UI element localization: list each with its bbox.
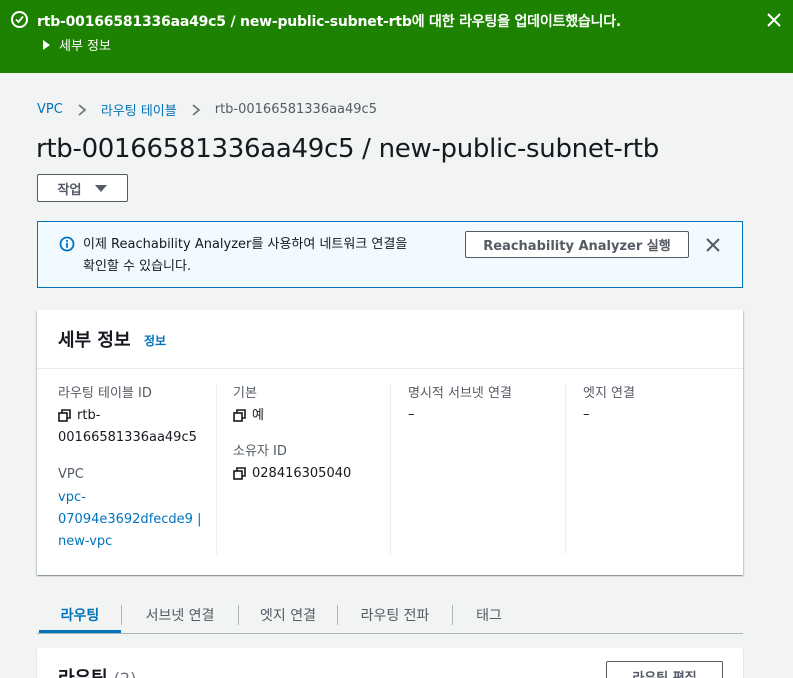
active-tab-indicator xyxy=(39,630,121,633)
routes-title-label: 라우팅 xyxy=(58,668,108,678)
tab-tags[interactable]: 태그 xyxy=(453,597,525,633)
tab-routes[interactable]: 라우팅 xyxy=(39,597,121,633)
info-icon xyxy=(59,236,75,252)
vpc-link-line1: vpc- xyxy=(58,490,86,505)
reachability-info-alert: 이제 Reachability Analyzer를 사용하여 네트워크 연결을 … xyxy=(37,221,743,288)
main-label: 기본 xyxy=(233,386,257,401)
details-column-3: 명시적 서브넷 연결 – xyxy=(390,384,565,554)
alert-text: 이제 Reachability Analyzer를 사용하여 네트워크 연결을 … xyxy=(83,234,463,278)
page-title: rtb-00166581336aa49c5 / new-public-subne… xyxy=(36,134,660,164)
actions-dropdown-button[interactable]: 작업 xyxy=(37,174,128,202)
breadcrumb-vpc[interactable]: VPC xyxy=(37,102,63,117)
vpc-link-line2: 07094e3692dfecde9 | xyxy=(58,512,202,527)
breadcrumb-current: rtb-00166581336aa49c5 xyxy=(214,102,377,117)
owner-id-value: 028416305040 xyxy=(252,466,352,481)
vpc-link[interactable]: vpc- 07094e3692dfecde9 | new-vpc xyxy=(58,487,216,553)
info-link[interactable]: 정보 xyxy=(144,332,166,349)
tab-edge-associations[interactable]: 엣지 연결 xyxy=(239,597,337,633)
route-table-id-label: 라우팅 테이블 ID xyxy=(58,386,152,401)
close-icon[interactable] xyxy=(706,238,720,252)
alert-text-line1: 이제 Reachability Analyzer를 사용하여 네트워크 연결을 xyxy=(83,237,408,252)
scrollbar-track[interactable] xyxy=(783,73,793,678)
routes-count: (2) xyxy=(114,669,137,678)
success-flash-banner: rtb-00166581336aa49c5 / new-public-subne… xyxy=(0,0,793,73)
edit-routes-button[interactable]: 라우팅 편집 xyxy=(606,661,723,678)
tab-subnet-associations[interactable]: 서브넷 연결 xyxy=(122,597,238,633)
actions-label: 작업 xyxy=(57,182,82,198)
main-value: 예 xyxy=(252,408,264,423)
routes-title: 라우팅 (2) xyxy=(58,664,136,678)
route-table-id-line2: 00166581336aa49c5 xyxy=(58,430,197,445)
chevron-right-icon xyxy=(192,103,200,116)
edge-association-value: – xyxy=(583,407,590,422)
explicit-subnet-value: – xyxy=(408,407,415,422)
vpc-label: VPC xyxy=(58,467,84,482)
close-icon[interactable] xyxy=(766,12,782,28)
flash-message: rtb-00166581336aa49c5 / new-public-subne… xyxy=(37,14,622,30)
run-reachability-analyzer-button[interactable]: Reachability Analyzer 실행 xyxy=(465,231,689,258)
caret-down-icon xyxy=(95,184,108,192)
owner-id-label: 소유자 ID xyxy=(233,444,287,459)
vpc-link-line3: new-vpc xyxy=(58,534,113,549)
flash-details-toggle[interactable]: 세부 정보 xyxy=(43,35,111,54)
copy-icon[interactable] xyxy=(58,409,71,422)
routes-card: 라우팅 (2) 라우팅 편집 xyxy=(37,648,743,678)
route-table-id-line1: rtb- xyxy=(77,408,101,423)
explicit-subnet-label: 명시적 서브넷 연결 xyxy=(408,386,512,401)
copy-icon[interactable] xyxy=(233,467,246,480)
alert-text-line2: 확인할 수 있습니다. xyxy=(83,259,192,274)
details-card-header: 세부 정보 정보 xyxy=(37,310,743,369)
details-card: 세부 정보 정보 라우팅 테이블 ID rtb- 00166581336aa49… xyxy=(37,310,743,575)
copy-icon[interactable] xyxy=(233,409,246,422)
check-circle-icon xyxy=(11,11,28,28)
details-column-2: 기본 예 소유자 ID 028416305040 xyxy=(216,384,390,554)
details-title: 세부 정보 xyxy=(58,330,131,351)
breadcrumb: VPC 라우팅 테이블 rtb-00166581336aa49c5 xyxy=(37,100,377,119)
details-column-4: 엣지 연결 – xyxy=(565,384,735,554)
tab-bar: 라우팅 서브넷 연결 엣지 연결 라우팅 전파 태그 xyxy=(37,597,743,634)
chevron-right-icon xyxy=(78,103,87,116)
details-column-1: 라우팅 테이블 ID rtb- 00166581336aa49c5 VPC vp… xyxy=(58,384,216,554)
edge-association-label: 엣지 연결 xyxy=(583,386,635,401)
breadcrumb-route-tables[interactable]: 라우팅 테이블 xyxy=(101,100,177,119)
flash-details-label: 세부 정보 xyxy=(59,39,111,54)
caret-right-icon xyxy=(43,39,50,50)
tab-route-propagation[interactable]: 라우팅 전파 xyxy=(338,597,452,633)
